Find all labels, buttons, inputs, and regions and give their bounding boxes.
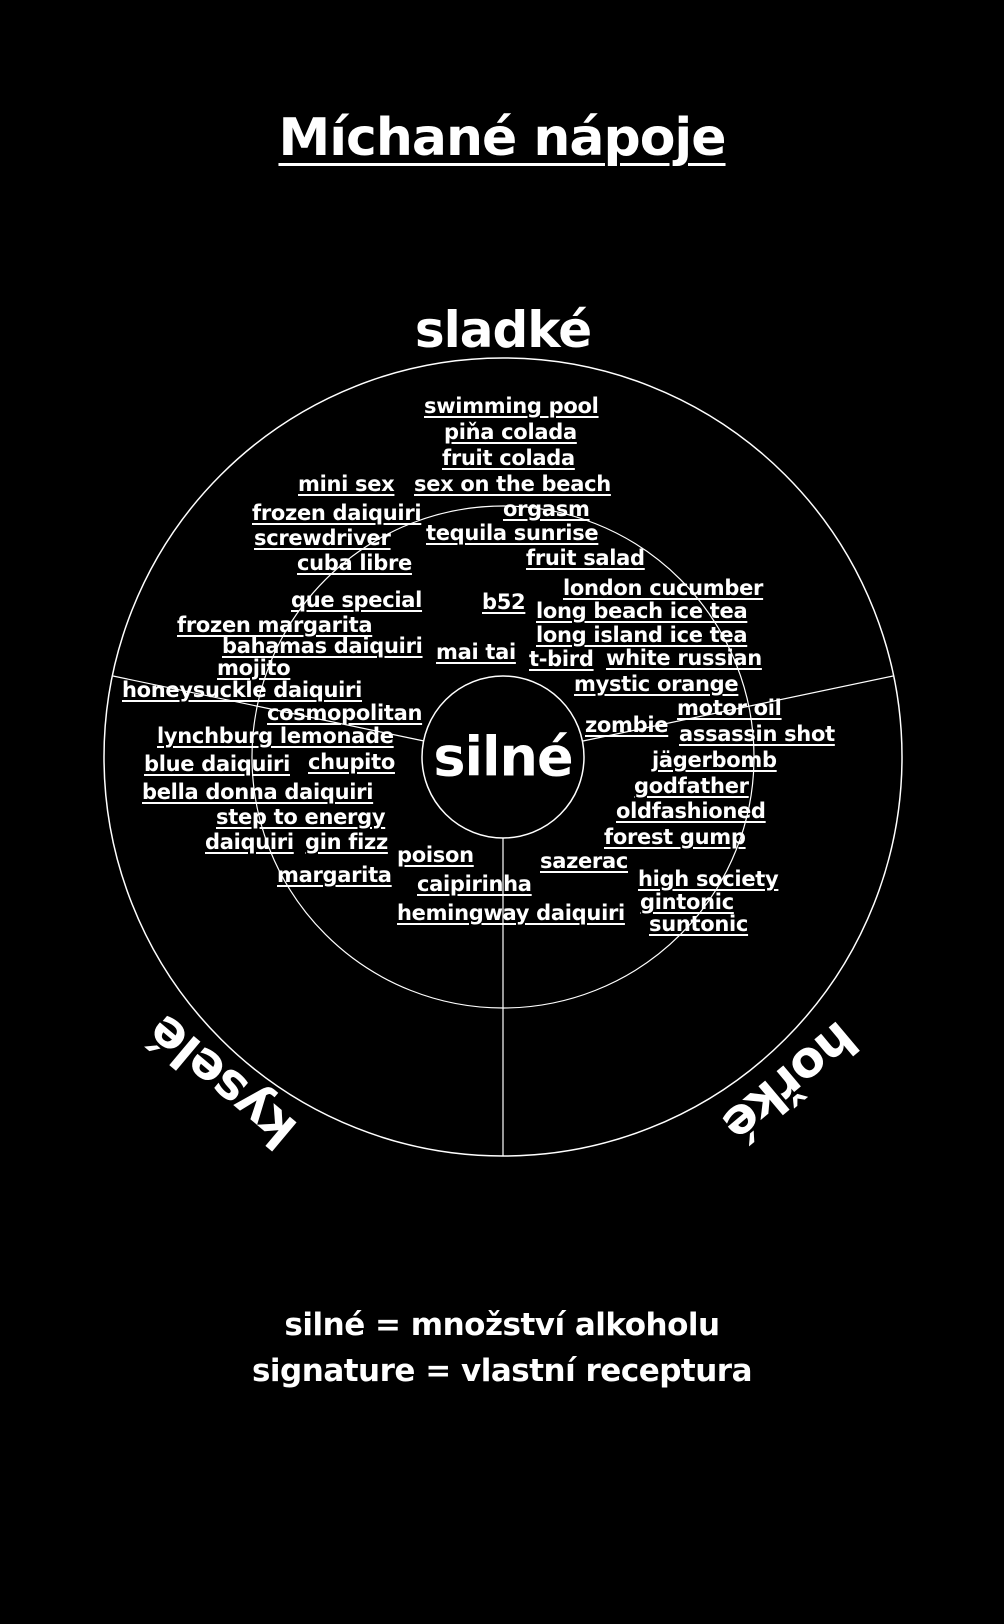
drink-blue-daiquiri[interactable]: blue daiquiri — [144, 752, 290, 776]
drink-sazerac[interactable]: sazerac — [540, 849, 628, 873]
drink-hemingway-daiquiri[interactable]: hemingway daiquiri — [397, 901, 625, 925]
drink-long-beach-ice-tea[interactable]: long beach ice tea — [536, 599, 748, 623]
drink-mystic-orange[interactable]: mystic orange — [574, 672, 739, 696]
drink-mini-sex[interactable]: mini sex — [298, 472, 395, 496]
drink-high-society[interactable]: high society — [638, 867, 779, 891]
drink-poison[interactable]: poison — [397, 843, 474, 867]
drink-zombie[interactable]: zombie — [585, 713, 669, 737]
axis-sweet: sladké — [414, 301, 592, 359]
drink-chupito[interactable]: chupito — [308, 750, 395, 774]
drink-london-cucumber[interactable]: london cucumber — [563, 576, 763, 600]
drink-fruit-salad[interactable]: fruit salad — [526, 546, 645, 570]
drink-lynchburg-lemonade[interactable]: lynchburg lemonade — [157, 724, 394, 748]
drink-que-special[interactable]: que special — [291, 588, 422, 612]
drink-t-bird[interactable]: t-bird — [529, 647, 594, 671]
drink-step-to-energy[interactable]: step to energy — [216, 805, 386, 829]
legend-line-2: signature = vlastní receptura — [251, 1353, 753, 1389]
axis-strong: silné — [433, 725, 573, 789]
drink-fruit-colada[interactable]: fruit colada — [442, 446, 575, 470]
drink-honeysuckle-daiquiri[interactable]: honeysuckle daiquiri — [122, 678, 362, 702]
drink-suntonic[interactable]: suntonic — [649, 912, 748, 936]
drink-gin-fizz[interactable]: gin fizz — [305, 830, 388, 854]
drink-daiquiri[interactable]: daiquiri — [205, 830, 294, 854]
drink-long-island-ice-tea[interactable]: long island ice tea — [536, 623, 748, 647]
drink-motor-oil[interactable]: motor oil — [677, 696, 782, 720]
drink-orgasm[interactable]: orgasm — [503, 497, 590, 521]
drink-godfather[interactable]: godfather — [634, 774, 749, 798]
drink-white-russian[interactable]: white russian — [606, 646, 762, 670]
drink-bella-donna-daiquiri[interactable]: bella donna daiquiri — [142, 780, 373, 804]
drink-screwdriver[interactable]: screwdriver — [254, 526, 391, 550]
drink-mojito[interactable]: mojito — [217, 656, 291, 680]
drink-tequila-sunrise[interactable]: tequila sunrise — [426, 521, 599, 545]
drink-mai-tai[interactable]: mai tai — [436, 640, 516, 664]
drink-cosmopolitan[interactable]: cosmopolitan — [267, 701, 422, 725]
drink-assassin-shot[interactable]: assassin shot — [679, 722, 835, 746]
drink-sex-on-the-beach[interactable]: sex on the beach — [414, 472, 611, 496]
drink-cuba-libre[interactable]: cuba libre — [297, 551, 412, 575]
drink-forest-gump[interactable]: forest gump — [604, 825, 746, 849]
drink-b52[interactable]: b52 — [482, 590, 526, 614]
drink-jägerbomb[interactable]: jägerbomb — [652, 748, 777, 772]
drink-frozen-daiquiri[interactable]: frozen daiquiri — [252, 501, 422, 525]
drink-gintonic[interactable]: gintonic — [640, 890, 734, 914]
drink-margarita[interactable]: margarita — [277, 863, 392, 887]
drink-bahamas-daiquiri[interactable]: bahamas daiquiri — [222, 634, 423, 658]
drink-caipirinha[interactable]: caipirinha — [417, 872, 532, 896]
drink-oldfashioned[interactable]: oldfashioned — [616, 799, 766, 823]
legend-line-1: silné = množství alkoholu — [284, 1307, 720, 1343]
drink-swimming-pool[interactable]: swimming pool — [424, 394, 599, 418]
drink-piňa-colada[interactable]: piňa colada — [444, 420, 577, 444]
